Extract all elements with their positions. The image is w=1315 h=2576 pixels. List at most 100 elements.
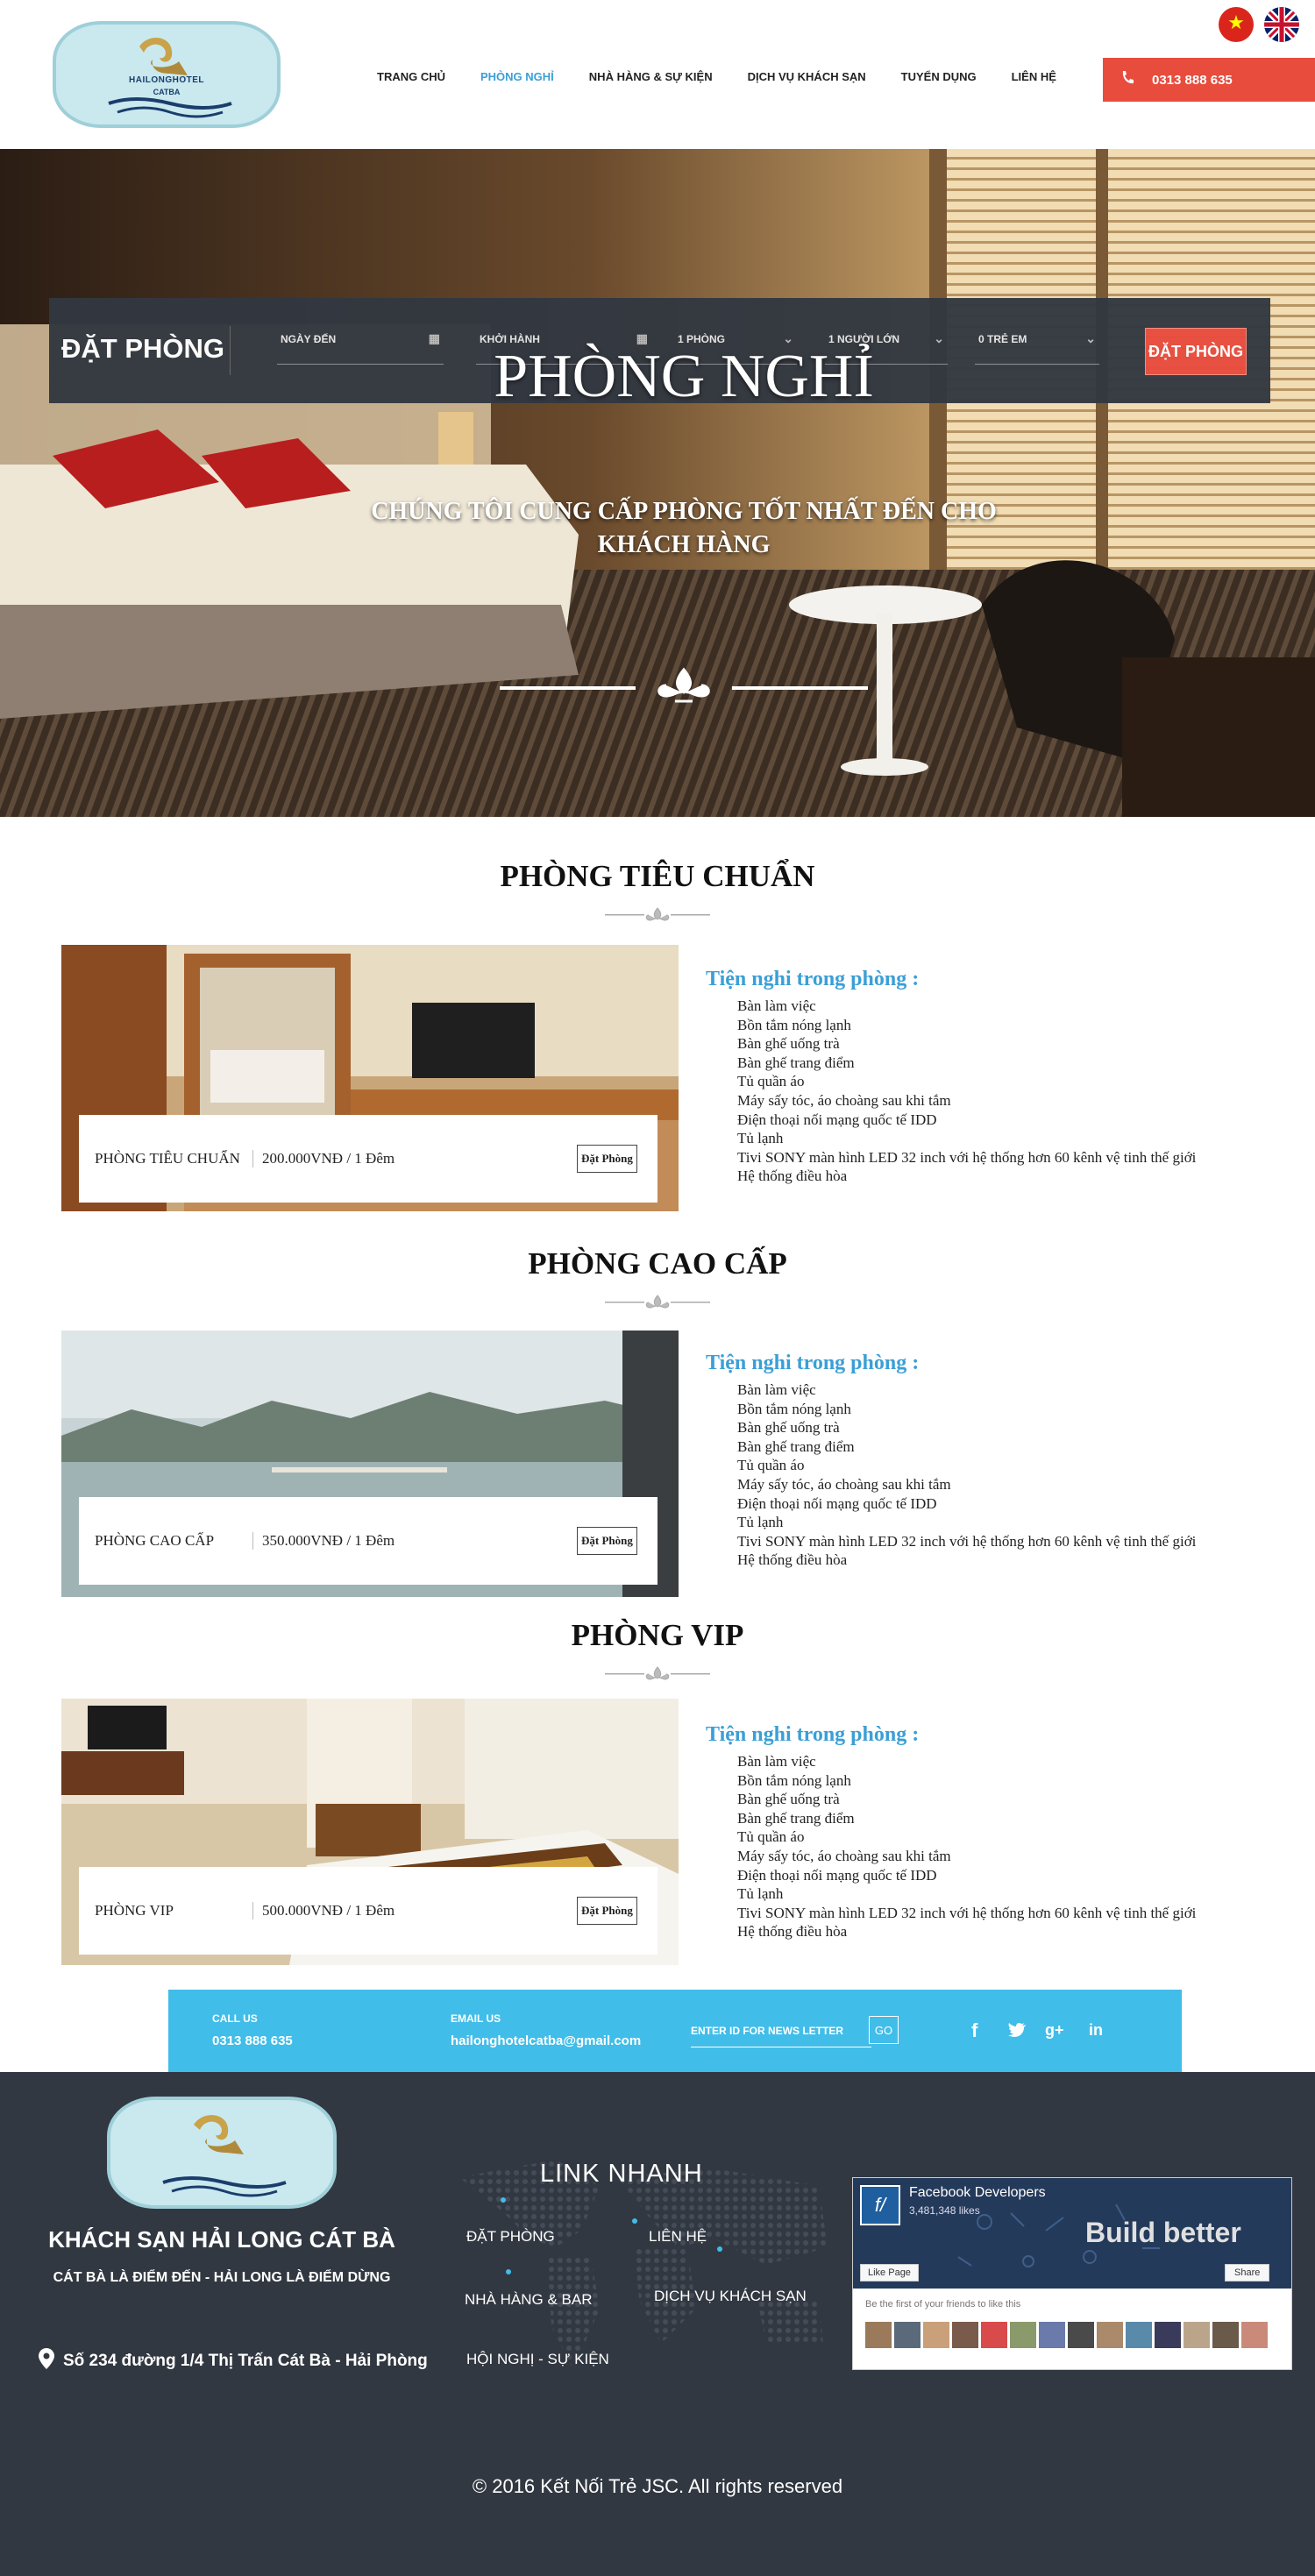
amenity-item: Bàn ghế uống trà (737, 1791, 840, 1808)
footer-link-lien-he[interactable]: LIÊN HỆ (649, 2228, 707, 2246)
room-card-standard: PHÒNG TIÊU CHUẨN 200.000VNĐ / 1 Đêm Đặt … (79, 1115, 658, 1203)
email-label: EMAIL US (451, 2012, 501, 2025)
uk-flag-icon[interactable] (1264, 7, 1299, 42)
book-room-button[interactable]: Đặt Phòng (577, 1527, 637, 1555)
amenity-item: Bồn tắm nóng lạnh (737, 1016, 851, 1033)
amenity-item: Bàn ghế uống trà (737, 1419, 840, 1437)
room-price: 350.000VNĐ / 1 Đêm (252, 1532, 551, 1550)
call-value[interactable]: 0313 888 635 (212, 2033, 293, 2048)
fb-page-name[interactable]: Facebook Developers (909, 2185, 1046, 2201)
amenities-heading: Tiện nghi trong phòng : (706, 968, 920, 990)
fleur-divider-icon (500, 667, 868, 703)
hotel-room-photo (0, 149, 1315, 817)
dragon-logo-icon (162, 2115, 287, 2197)
nav-tuyen-dung[interactable]: TUYỂN DỤNG (901, 70, 977, 83)
phone-button[interactable]: 0313 888 635 (1103, 58, 1315, 102)
fb-friend-avatars (865, 2322, 1268, 2348)
amenities-heading: Tiện nghi trong phòng : (706, 1352, 920, 1374)
nav-nha-hang[interactable]: NHÀ HÀNG & SỰ KIỆN (589, 70, 713, 83)
newsletter-input[interactable]: ENTER ID FOR NEWS LETTER (691, 2016, 871, 2047)
amenity-item: Tủ quần áo (737, 1073, 805, 1090)
fb-like-page-button[interactable]: Like Page (860, 2264, 919, 2281)
amenity-item: Tivi SONY màn hình LED 32 inch với hệ th… (737, 1148, 1197, 1166)
fb-likes: 3,481,348 likes (909, 2204, 980, 2217)
amenity-item: Bàn làm việc (737, 1381, 816, 1398)
amenity-item: Tủ lạnh (737, 1130, 784, 1147)
vietnam-flag-icon[interactable]: ★ (1219, 7, 1254, 42)
room-card-vip: PHÒNG VIP 500.000VNĐ / 1 Đêm Đặt Phòng (79, 1867, 658, 1955)
contact-newsletter-bar: CALL US 0313 888 635 EMAIL US hailonghot… (168, 1990, 1182, 2072)
language-switcher: ★ (1219, 7, 1299, 42)
twitter-icon[interactable] (1008, 2023, 1026, 2042)
logo-text: HAILONGHOTEL (129, 75, 204, 85)
footer-link-dat-phong[interactable]: ĐẶT PHÒNG (466, 2228, 555, 2246)
amenity-item: Tủ quần áo (737, 1828, 805, 1846)
amenity-item: Máy sấy tóc, áo choàng sau khi tắm (737, 1847, 951, 1864)
hotel-logo[interactable]: HAILONGHOTEL CATBA (53, 21, 281, 128)
room-name: PHÒNG CAO CẤP (95, 1532, 215, 1549)
amenity-item: Bàn ghế uống trà (737, 1035, 840, 1053)
phone-number: 0313 888 635 (1152, 72, 1233, 88)
phone-icon (1120, 70, 1134, 89)
footer-logo[interactable] (107, 2097, 337, 2209)
page: HAILONGHOTEL CATBA TRANG CHỦ PHÒNG NGHỈ … (0, 0, 1315, 2576)
site-header: HAILONGHOTEL CATBA TRANG CHỦ PHÒNG NGHỈ … (0, 0, 1315, 149)
room-card-deluxe: PHÒNG CAO CẤP 350.000VNĐ / 1 Đêm Đặt Phò… (79, 1497, 658, 1585)
facebook-icon[interactable]: f (971, 2019, 977, 2042)
section-title-deluxe: PHÒNG CAO CẤP (528, 1246, 787, 1281)
newsletter-go-button[interactable]: GO (869, 2016, 899, 2044)
linkedin-icon[interactable]: in (1089, 2021, 1103, 2040)
amenity-item: Bàn làm việc (737, 997, 816, 1014)
quick-links-title: LINK NHANH (540, 2160, 703, 2188)
footer-slogan: CÁT BÀ LÀ ĐIỂM ĐẾN - HẢI LONG LÀ ĐIỂM DỪ… (53, 2270, 391, 2285)
room-name: PHÒNG TIÊU CHUẨN (95, 1150, 240, 1167)
amenity-item: Điện thoại nối mạng quốc tế IDD (737, 1111, 937, 1128)
amenity-item: Bàn làm việc (737, 1753, 816, 1770)
amenities-standard: Tiện nghi trong phòng : Bàn làm việc Bồn… (706, 968, 1302, 1186)
footer-hotel-name: KHÁCH SẠN HẢI LONG CÁT BÀ (48, 2226, 395, 2253)
amenities-heading: Tiện nghi trong phòng : (706, 1723, 920, 1746)
footer-link-dich-vu[interactable]: DỊCH VỤ KHÁCH SẠN (654, 2288, 807, 2305)
nav-lien-he[interactable]: LIÊN HỆ (1012, 70, 1056, 83)
fb-cover-text: Build better (1085, 2217, 1241, 2248)
amenity-item: Tivi SONY màn hình LED 32 inch với hệ th… (737, 1532, 1197, 1550)
amenity-item: Bồn tắm nóng lạnh (737, 1771, 851, 1789)
fleur-divider-icon (605, 907, 710, 921)
logo-subtext: CATBA (153, 88, 181, 96)
fb-share-button[interactable]: Share (1225, 2264, 1270, 2281)
footer-link-nha-hang-bar[interactable]: NHÀ HÀNG & BAR (465, 2291, 592, 2309)
footer-address: Số 234 đường 1/4 Thị Trấn Cát Bà - Hải P… (39, 2348, 428, 2374)
amenity-item: Hệ thống điều hòa (737, 1167, 848, 1185)
nav-dich-vu[interactable]: DỊCH VỤ KHÁCH SẠN (748, 70, 866, 83)
room-name: PHÒNG VIP (95, 1902, 174, 1919)
hero-banner: ĐẶT PHÒNG NGÀY ĐẾN ▦ KHỞI HÀNH ▦ 1 PHÒNG… (0, 149, 1315, 817)
footer-link-hoi-nghi[interactable]: HỘI NGHỊ - SỰ KIỆN (466, 2351, 609, 2368)
amenity-item: Tủ quần áo (737, 1457, 805, 1474)
book-room-button[interactable]: Đặt Phòng (577, 1897, 637, 1925)
hero-title: PHÒNG NGHỈ (494, 343, 874, 410)
amenity-item: Bàn ghế trang điểm (737, 1809, 855, 1827)
fb-friends-text: Be the first of your friends to like thi… (865, 2299, 1021, 2310)
google-plus-icon[interactable]: g+ (1045, 2021, 1064, 2040)
section-title-vip: PHÒNG VIP (571, 1618, 744, 1652)
map-pin-icon (39, 2348, 54, 2374)
amenity-item: Điện thoại nối mạng quốc tế IDD (737, 1866, 937, 1884)
amenity-item: Tủ lạnh (737, 1514, 784, 1531)
hero-subtitle: CHÚNG TÔI CUNG CẤP PHÒNG TỐT NHẤT ĐẾN CH… (371, 498, 997, 558)
nav-phong-nghi[interactable]: PHÒNG NGHỈ (480, 70, 554, 83)
fleur-divider-icon (605, 1666, 710, 1680)
amenity-item: Máy sấy tóc, áo choàng sau khi tắm (737, 1475, 951, 1493)
book-room-button[interactable]: Đặt Phòng (577, 1145, 637, 1173)
amenity-item: Hệ thống điều hòa (737, 1923, 848, 1941)
room-price: 200.000VNĐ / 1 Đêm (252, 1150, 551, 1167)
email-value[interactable]: hailonghotelcatba@gmail.com (451, 2033, 641, 2048)
amenity-item: Máy sấy tóc, áo choàng sau khi tắm (737, 1091, 951, 1109)
amenity-item: Bàn ghế trang điểm (737, 1437, 855, 1455)
amenity-item: Bàn ghế trang điểm (737, 1054, 855, 1071)
facebook-developers-logo-icon: f/ (860, 2185, 900, 2225)
fleur-divider-icon (605, 1295, 710, 1309)
main-nav: TRANG CHỦ PHÒNG NGHỈ NHÀ HÀNG & SỰ KIỆN … (377, 70, 1091, 83)
facebook-page-widget[interactable]: f/ Facebook Developers 3,481,348 likes B… (852, 2177, 1292, 2370)
amenity-item: Hệ thống điều hòa (737, 1551, 848, 1569)
nav-trang-chu[interactable]: TRANG CHỦ (377, 70, 445, 83)
